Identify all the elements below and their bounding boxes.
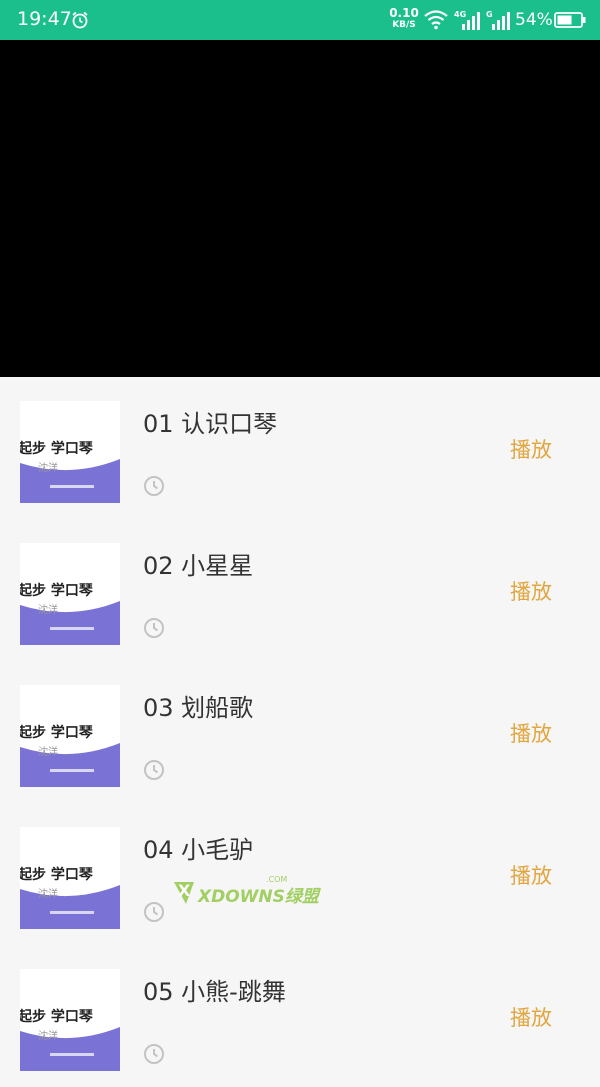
lesson-title: 04 小毛驴 (143, 836, 254, 864)
wifi-icon (424, 10, 448, 30)
lesson-thumbnail: 起步 学口琴 沈洋 (20, 969, 120, 1071)
clock-icon (144, 760, 164, 780)
lesson-thumbnail: 起步 学口琴 沈洋 (20, 401, 120, 503)
list-item[interactable]: 起步 学口琴 沈洋 02 小星星 播放 (0, 519, 600, 661)
battery-icon (554, 12, 586, 28)
thumb-title: 起步 学口琴 (20, 724, 94, 741)
status-bar: 19:47 0.10 KB/S 4G G 54% (0, 0, 600, 40)
lesson-title: 05 小熊-跳舞 (143, 978, 286, 1006)
lesson-thumbnail: 起步 学口琴 沈洋 (20, 685, 120, 787)
play-button[interactable]: 播放 (510, 434, 552, 464)
watermark-text: XDOWNS绿盟 (197, 887, 322, 907)
clock-icon (144, 618, 164, 638)
watermark-logo: X XDOWNS绿盟 .COM (174, 875, 322, 907)
lesson-title: 03 划船歌 (143, 694, 254, 722)
list-item[interactable]: 起步 学口琴 沈洋 03 划船歌 播放 (0, 661, 600, 803)
signal-4g-icon: 4G (454, 10, 480, 30)
net-speed-value: 0.10 (389, 6, 419, 20)
lesson-list: 起步 学口琴 沈洋 01 认识口琴 播放 起步 学口琴 沈洋 02 小星星 播放… (0, 377, 600, 1071)
video-player[interactable] (0, 40, 600, 377)
list-item[interactable]: 起步 学口琴 沈洋 01 认识口琴 播放 (0, 377, 600, 519)
thumb-title: 起步 学口琴 (20, 582, 94, 599)
thumb-title: 起步 学口琴 (20, 866, 94, 883)
lesson-thumbnail: 起步 学口琴 沈洋 (20, 543, 120, 645)
thumb-title: 起步 学口琴 (20, 1008, 94, 1025)
battery-percent: 54% (515, 10, 553, 30)
net-speed: 0.10 KB/S (388, 6, 420, 30)
play-button[interactable]: 播放 (510, 860, 552, 890)
signal-g-label: G (486, 10, 493, 19)
lesson-title: 01 认识口琴 (143, 410, 278, 438)
play-button[interactable]: 播放 (510, 718, 552, 748)
lesson-thumbnail: 起步 学口琴 沈洋 (20, 827, 120, 929)
thumb-author: 沈洋 (38, 745, 58, 758)
lesson-title: 02 小星星 (143, 552, 254, 580)
list-item[interactable]: 起步 学口琴 沈洋 05 小熊-跳舞 播放 (0, 945, 600, 1087)
play-button[interactable]: 播放 (510, 576, 552, 606)
play-button[interactable]: 播放 (510, 1002, 552, 1032)
thumb-author: 沈洋 (38, 1029, 58, 1042)
net-speed-unit: KB/S (392, 20, 416, 30)
svg-text:X: X (178, 881, 191, 900)
thumb-title: 起步 学口琴 (20, 440, 94, 457)
status-time: 19:47 (17, 8, 72, 30)
signal-g-icon: G (486, 10, 510, 30)
clock-icon (144, 902, 164, 922)
alarm-icon (72, 11, 88, 29)
watermark-small: .COM (266, 875, 287, 884)
clock-icon (144, 1044, 164, 1064)
clock-icon (144, 476, 164, 496)
thumb-author: 沈洋 (38, 461, 58, 474)
thumb-author: 沈洋 (38, 603, 58, 616)
signal-4g-label: 4G (454, 10, 466, 19)
thumb-author: 沈洋 (38, 887, 58, 900)
